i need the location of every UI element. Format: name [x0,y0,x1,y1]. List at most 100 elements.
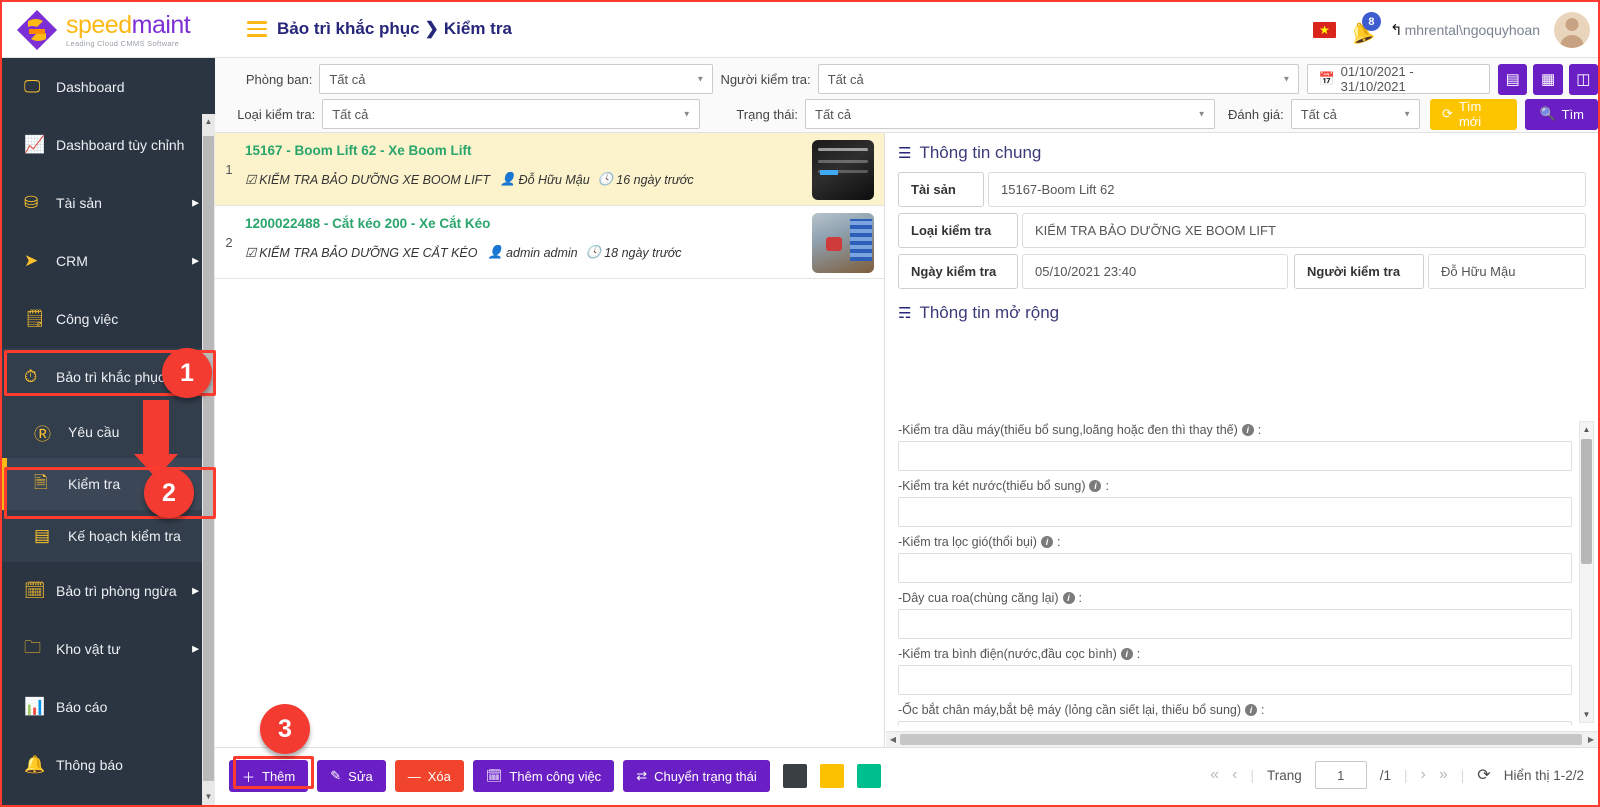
clock-icon: 🕓 [597,172,614,186]
sidebar-item-label: Bảo trì phòng ngừa [56,583,177,599]
page-input[interactable]: 1 [1314,761,1367,789]
split-view-button[interactable]: ◫ [1568,63,1598,95]
extended-field: -Kiểm tra két nước(thiếu bổ sung) i: [898,479,1572,527]
breadcrumb-parent[interactable]: Bảo trì khắc phục [277,19,420,38]
status-select[interactable]: Tất cả [805,99,1215,129]
inspection-list[interactable]: 1 15167 - Boom Lift 62 - Xe Boom Lift ☑ KIỂ… [215,133,885,747]
date-range-picker[interactable]: 📅 01/10/2021 - 31/10/2021 [1307,64,1491,94]
vietnam-flag-icon[interactable] [1312,22,1336,38]
sidebar-item-label: Dashboard tùy chỉnh [56,137,185,153]
horizontal-scroll-thumb[interactable] [900,734,1582,745]
checkbox-icon: ☑ [245,246,257,260]
status-color-swatch[interactable] [782,764,807,788]
inspector-field-value[interactable]: Đỗ Hữu Mậu [1428,254,1586,289]
extended-field-input[interactable] [898,497,1572,527]
next-page-button[interactable]: › [1421,766,1426,784]
sidebar-item-dashboard[interactable]: 🖵 Dashboard [2,58,215,116]
info-icon[interactable]: i [1089,480,1102,492]
row-thumbnail[interactable] [812,213,874,273]
pager-divider: | [1250,767,1254,783]
row-user: admin admin [506,245,578,260]
inspection-date-value[interactable]: 05/10/2021 23:40 [1022,254,1288,289]
first-page-button[interactable]: « [1210,766,1219,784]
extended-field-input[interactable] [898,441,1572,471]
row-thumbnail[interactable] [812,140,874,200]
inspector-label: Người kiểm tra: [720,71,811,87]
list-view-button[interactable]: ▤ [1498,63,1528,95]
scroll-up-icon[interactable]: ▲ [202,114,215,130]
sidebar-item-th-ng-b-o[interactable]: 🔔 Thông báo [2,736,215,794]
notifications-button[interactable]: 🔔 8 [1347,12,1381,47]
colon: : [1056,535,1061,549]
extended-field-input[interactable] [898,721,1572,725]
top-header: speedmaint Leading Cloud CMMS Software B… [2,2,1598,58]
wrench-clock-icon: ⏱ [24,367,38,386]
sidebar-item-b-o-tr-ph-ng-ng-a[interactable]: 🗓 Bảo trì phòng ngừa ▶ [2,562,215,620]
table-row[interactable]: 2 1200022488 - Cắt kéo 200 - Xe Cắt Kéo ☑ K… [215,206,884,279]
menu-toggle-icon[interactable] [247,21,267,37]
sidebar-item-crm[interactable]: ➤ CRM ▶ [2,232,215,290]
table-row[interactable]: 1 15167 - Boom Lift 62 - Xe Boom Lift ☑ KIỂ… [215,133,884,206]
extended-info-scrollbar[interactable]: ▲ ▼ [1579,421,1594,723]
info-icon[interactable]: i [1120,648,1133,660]
info-icon[interactable]: i [1040,536,1053,548]
extended-field-input[interactable] [898,665,1572,695]
sidebar-item-kho-v-t-t[interactable]: 🗀 Kho vật tư ▶ [2,620,215,678]
report-chart-icon: 📊 [24,697,46,716]
sidebar-item-c-ng-vi-c[interactable]: 🗒 Công việc [2,290,215,348]
sidebar-item-k-ho-ch-ki-m-tra[interactable]: ▤ Kế hoạch kiểm tra [2,510,215,562]
extended-info-scroll-area[interactable]: -Kiểm tra dầu máy(thiếu bổ sung,loãng ho… [886,415,1598,725]
button-label: Xóa [427,768,451,784]
department-select[interactable]: Tất cả [319,64,714,94]
inspection-type-select[interactable]: Tất cả [322,99,700,129]
scroll-down-icon[interactable]: ▼ [1580,707,1593,722]
scroll-up-icon[interactable]: ▲ [1580,422,1593,437]
paper-plane-icon: ➤ [24,251,39,270]
edit-button[interactable]: ✎ Sửa [317,760,386,792]
list-view-icon: ▤ [1505,71,1520,88]
status-color-swatch[interactable] [856,764,881,788]
extended-field-input[interactable] [898,609,1572,639]
rating-select[interactable]: Tất cả [1290,99,1421,129]
refresh-icon: ⟳ [1442,106,1453,121]
add-button[interactable]: ＋ Thêm [229,760,309,792]
add-task-button[interactable]: 🗓 Thêm công việc [472,760,615,792]
sidebar-item-y-u-c-u[interactable]: Ⓡ Yêu cầu [2,406,215,458]
header-actions: 🔔 8 ↰ mhrental\ngoquyhoan [1312,2,1590,58]
inspector-select[interactable]: Tất cả [817,64,1300,94]
user-menu[interactable]: ↰ mhrental\ngoquyhoan [1390,21,1540,39]
row-title[interactable]: 15167 - Boom Lift 62 - Xe Boom Lift [245,143,806,158]
new-search-button[interactable]: ⟳ Tìm mới [1430,98,1518,130]
search-button[interactable]: 🔍 Tìm [1525,98,1599,130]
extended-scroll-thumb[interactable] [1581,439,1592,564]
asset-value[interactable]: 15167-Boom Lift 62 [988,172,1586,207]
detail-horizontal-scrollbar[interactable]: ◀ ▶ [886,731,1598,747]
calendar-view-button[interactable]: ▦ [1533,63,1563,95]
pager-divider-3: | [1460,767,1465,783]
change-status-button[interactable]: ⇄ Chuyển trạng thái [623,760,770,792]
row-title[interactable]: 1200022488 - Cắt kéo 200 - Xe Cắt Kéo [245,216,806,231]
prev-page-button[interactable]: ‹ [1232,766,1237,784]
last-page-button[interactable]: » [1439,766,1448,784]
brand-logo[interactable]: speedmaint Leading Cloud CMMS Software [2,2,230,58]
extended-field-label: -Kiểm tra lọc gió(thổi bụi) [898,535,1037,549]
sidebar-item-t-i-s-n[interactable]: ⛁ Tài sản ▶ [2,174,215,232]
sidebar-item-b-o-c-o[interactable]: 📊 Báo cáo [2,678,215,736]
sidebar-scrollbar[interactable]: ▲ ▼ [202,114,215,805]
delete-button[interactable]: ― Xóa [394,760,464,792]
sidebar-scroll-thumb[interactable] [203,136,214,781]
sidebar-item-label: Kiểm tra [68,476,121,492]
extended-field-input[interactable] [898,553,1572,583]
info-icon[interactable]: i [1241,424,1254,436]
inspection-type-field-value[interactable]: KIỂM TRA BẢO DƯỠNG XE BOOM LIFT [1022,213,1586,248]
sidebar-item-dashboard-t-y-ch-nh[interactable]: 📈 Dashboard tùy chỉnh [2,116,215,174]
status-color-swatch[interactable] [819,764,844,788]
info-icon[interactable]: i [1245,704,1258,716]
scroll-down-icon[interactable]: ▼ [202,789,215,805]
scroll-left-icon[interactable]: ◀ [886,732,900,747]
avatar[interactable] [1554,12,1590,48]
refresh-icon[interactable]: ⟳ [1477,765,1490,785]
info-icon[interactable]: i [1062,592,1075,604]
inspection-type-label: Loại kiểm tra: [237,106,316,122]
scroll-right-icon[interactable]: ▶ [1584,732,1598,747]
